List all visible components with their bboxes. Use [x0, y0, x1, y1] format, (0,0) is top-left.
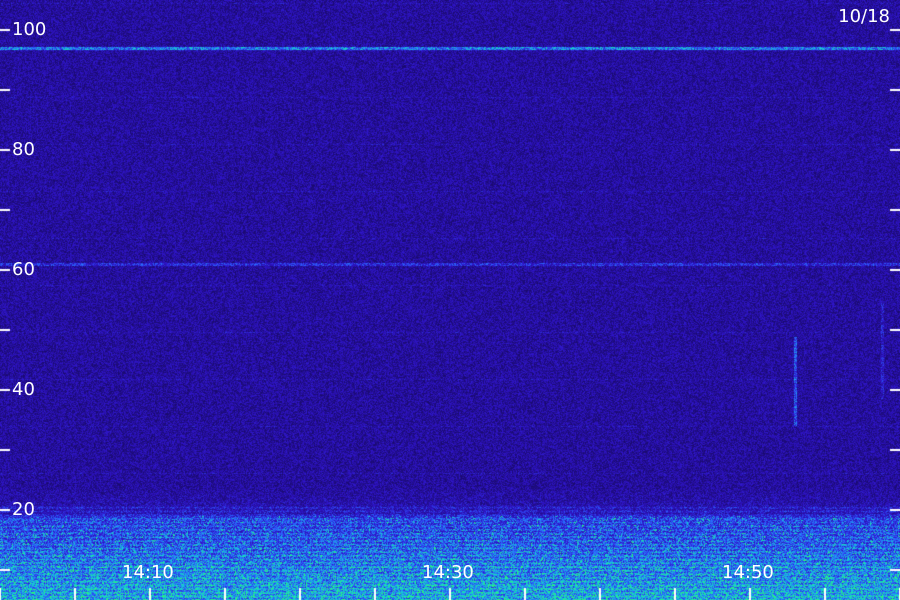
spectrogram-canvas [0, 0, 900, 600]
x-tick-label: 14:10 [122, 562, 174, 583]
y-tick-label: 60 [12, 259, 35, 280]
y-tick-label: 80 [12, 139, 35, 160]
date-label: 10/18 [838, 6, 890, 27]
x-tick-label: 14:30 [422, 562, 474, 583]
y-tick-label: 100 [12, 19, 47, 40]
y-tick-label: 20 [12, 499, 35, 520]
x-tick-label: 14:50 [722, 562, 774, 583]
y-tick-label: 40 [12, 379, 35, 400]
